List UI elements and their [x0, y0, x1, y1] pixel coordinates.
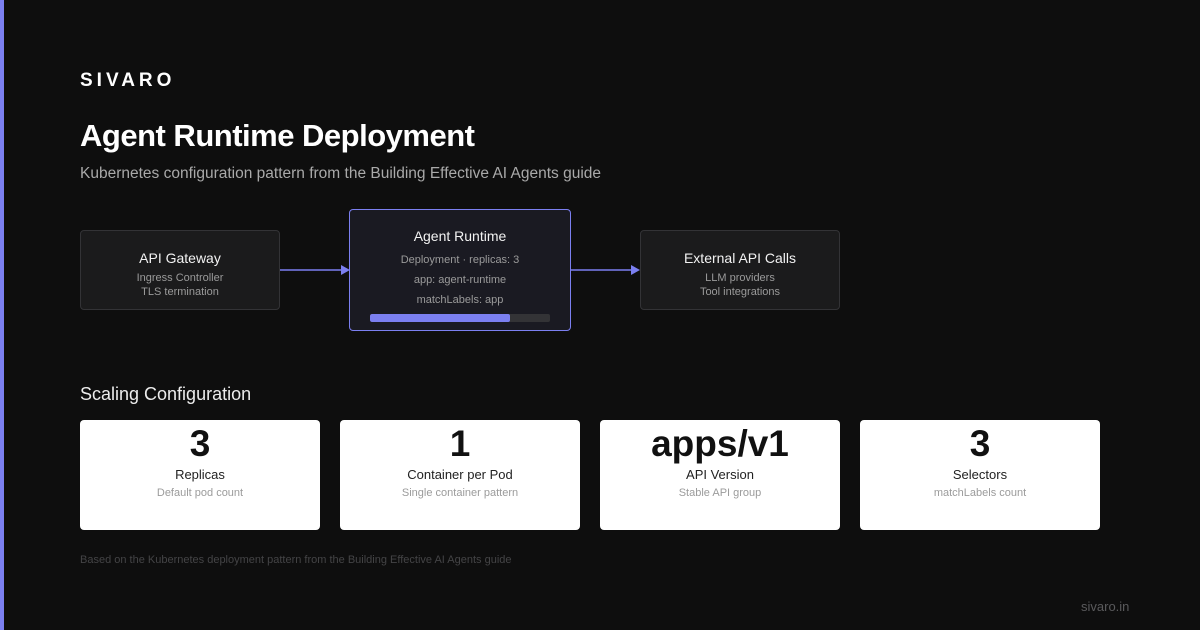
node-title: API Gateway: [139, 250, 221, 266]
node-detail: matchLabels: app: [416, 294, 504, 306]
node-detail: LLM providers: [705, 272, 775, 284]
stat-card-api-version: apps/v1 API Version Stable API group: [600, 420, 840, 530]
arrow-gateway-to-runtime: [280, 265, 350, 275]
stat-card-replicas: 3 Replicas Default pod count: [80, 420, 320, 530]
node-api-gateway: API Gateway Ingress Controller TLS termi…: [80, 230, 280, 310]
stat-label: Container per Pod: [407, 467, 513, 482]
stat-card-selectors: 3 Selectors matchLabels count: [860, 420, 1100, 530]
stat-description: Stable API group: [678, 487, 762, 499]
node-detail: TLS termination: [141, 286, 219, 298]
arrow-runtime-to-external: [571, 265, 640, 275]
stat-value: 3: [969, 423, 991, 464]
node-detail: Tool integrations: [699, 286, 781, 298]
stat-value: apps/v1: [651, 423, 789, 464]
scaling-heading: Scaling Configuration: [80, 384, 252, 404]
footnote: Based on the Kubernetes deployment patte…: [80, 554, 512, 566]
stat-value: 3: [189, 423, 211, 464]
stat-label: Replicas: [175, 467, 225, 482]
runtime-progress-fill: [370, 314, 511, 322]
node-detail: Deployment · replicas: 3: [400, 254, 520, 266]
stat-description: Default pod count: [156, 487, 244, 499]
node-detail: Ingress Controller: [136, 272, 224, 284]
diagram-arrows: [280, 265, 640, 275]
node-detail: app: agent-runtime: [413, 274, 507, 286]
site-url: sivaro.in: [1081, 599, 1130, 614]
node-agent-runtime: Agent Runtime Deployment · replicas: 3 a…: [349, 209, 571, 331]
node-title: Agent Runtime: [413, 228, 507, 244]
stat-value: 1: [449, 423, 471, 464]
node-title: External API Calls: [683, 250, 797, 266]
stat-label: API Version: [686, 467, 754, 482]
stat-description: Single container pattern: [401, 487, 519, 499]
runtime-progress-bar: [370, 314, 550, 322]
stat-label: Selectors: [952, 467, 1008, 482]
node-external-api-calls: External API Calls LLM providers Tool in…: [640, 230, 840, 310]
stat-description: matchLabels count: [933, 487, 1027, 499]
stat-card-container-per-pod: 1 Container per Pod Single container pat…: [340, 420, 580, 530]
